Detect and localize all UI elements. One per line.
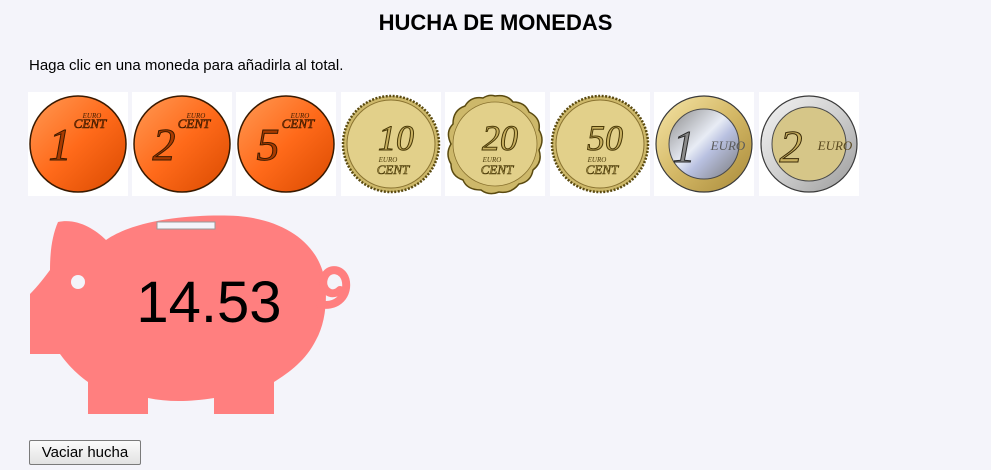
coin-1-cent-button[interactable]: 1 EURO CENT (28, 92, 128, 196)
coin-unit-label: EURO (710, 138, 746, 153)
coin-50-cent-button[interactable]: 50 EURO CENT (550, 92, 650, 196)
coin-unit-bottom: CENT (377, 162, 410, 177)
coin-unit-label: EURO (817, 138, 853, 153)
total-amount: 14.53 (136, 270, 282, 335)
page-title: HUCHA DE MONEDAS (378, 10, 613, 35)
coin-unit-bottom: CENT (282, 116, 315, 131)
empty-bank-button[interactable]: Vaciar hucha (29, 440, 141, 465)
coin-numeral: 2 (153, 119, 176, 170)
piggy-eye (71, 275, 85, 289)
instructions-text: Haga clic en una moneda para añadirla al… (29, 57, 344, 74)
coin-unit-bottom: CENT (481, 162, 514, 177)
coin-numeral: 1 (673, 121, 696, 172)
coin-1-euro-button[interactable]: 1 EURO (654, 92, 754, 196)
coin-numeral: 5 (257, 119, 280, 170)
coin-unit-bottom: CENT (74, 116, 107, 131)
coin-numeral: 50 (587, 118, 623, 158)
coin-numeral: 2 (780, 121, 803, 172)
coin-10-cent-button[interactable]: 10 EURO CENT (341, 92, 441, 196)
coin-unit-bottom: CENT (178, 116, 211, 131)
coin-numeral: 10 (378, 118, 414, 158)
coin-unit-bottom: CENT (586, 162, 619, 177)
coin-numeral: 20 (482, 118, 518, 158)
coin-20-cent-button[interactable]: 20 EURO CENT (445, 92, 545, 196)
coin-2-cent-button[interactable]: 2 EURO CENT (132, 92, 232, 196)
coin-numeral: 1 (49, 119, 72, 170)
coin-5-cent-button[interactable]: 5 EURO CENT (236, 92, 336, 196)
coin-2-euro-button[interactable]: 2 EURO (759, 92, 859, 196)
coin-slot (156, 221, 216, 230)
